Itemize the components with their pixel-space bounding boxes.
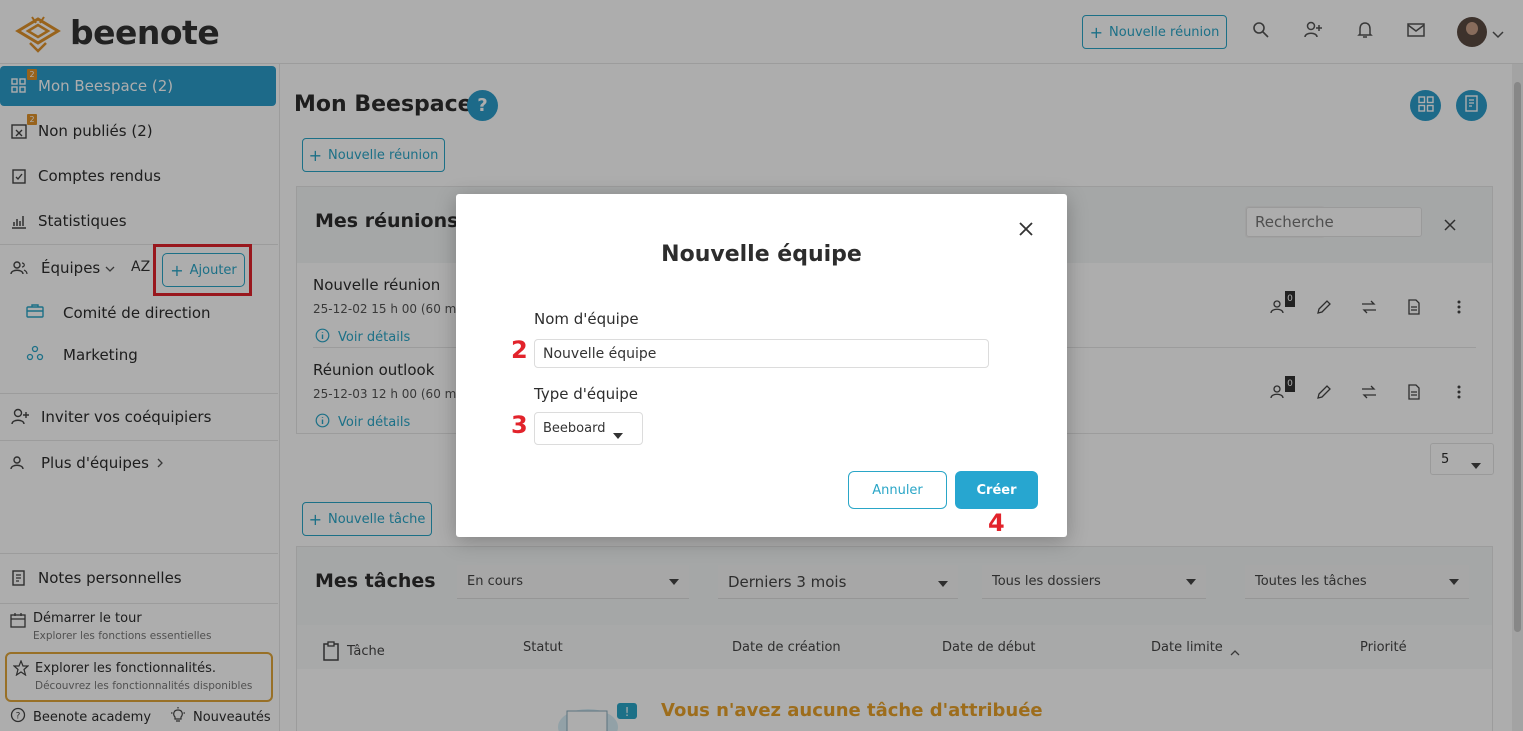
new-team-dialog: Nouvelle équipe Nom d'équipe 2 Type d'éq… (456, 194, 1067, 537)
create-button[interactable]: Créer (955, 471, 1038, 509)
dialog-title: Nouvelle équipe (661, 242, 862, 267)
team-name-label: Nom d'équipe (534, 310, 639, 328)
cancel-button[interactable]: Annuler (848, 471, 947, 509)
team-type-value: Beeboard (543, 421, 606, 436)
step-number: 3 (511, 411, 528, 439)
step-number: 4 (988, 509, 1005, 537)
team-name-input[interactable] (534, 339, 989, 368)
team-type-label: Type d'équipe (534, 385, 639, 403)
close-icon[interactable] (1016, 219, 1036, 239)
caret-down-icon (613, 428, 623, 443)
step-number: 2 (511, 336, 528, 364)
team-type-select[interactable]: Beeboard (534, 412, 643, 445)
